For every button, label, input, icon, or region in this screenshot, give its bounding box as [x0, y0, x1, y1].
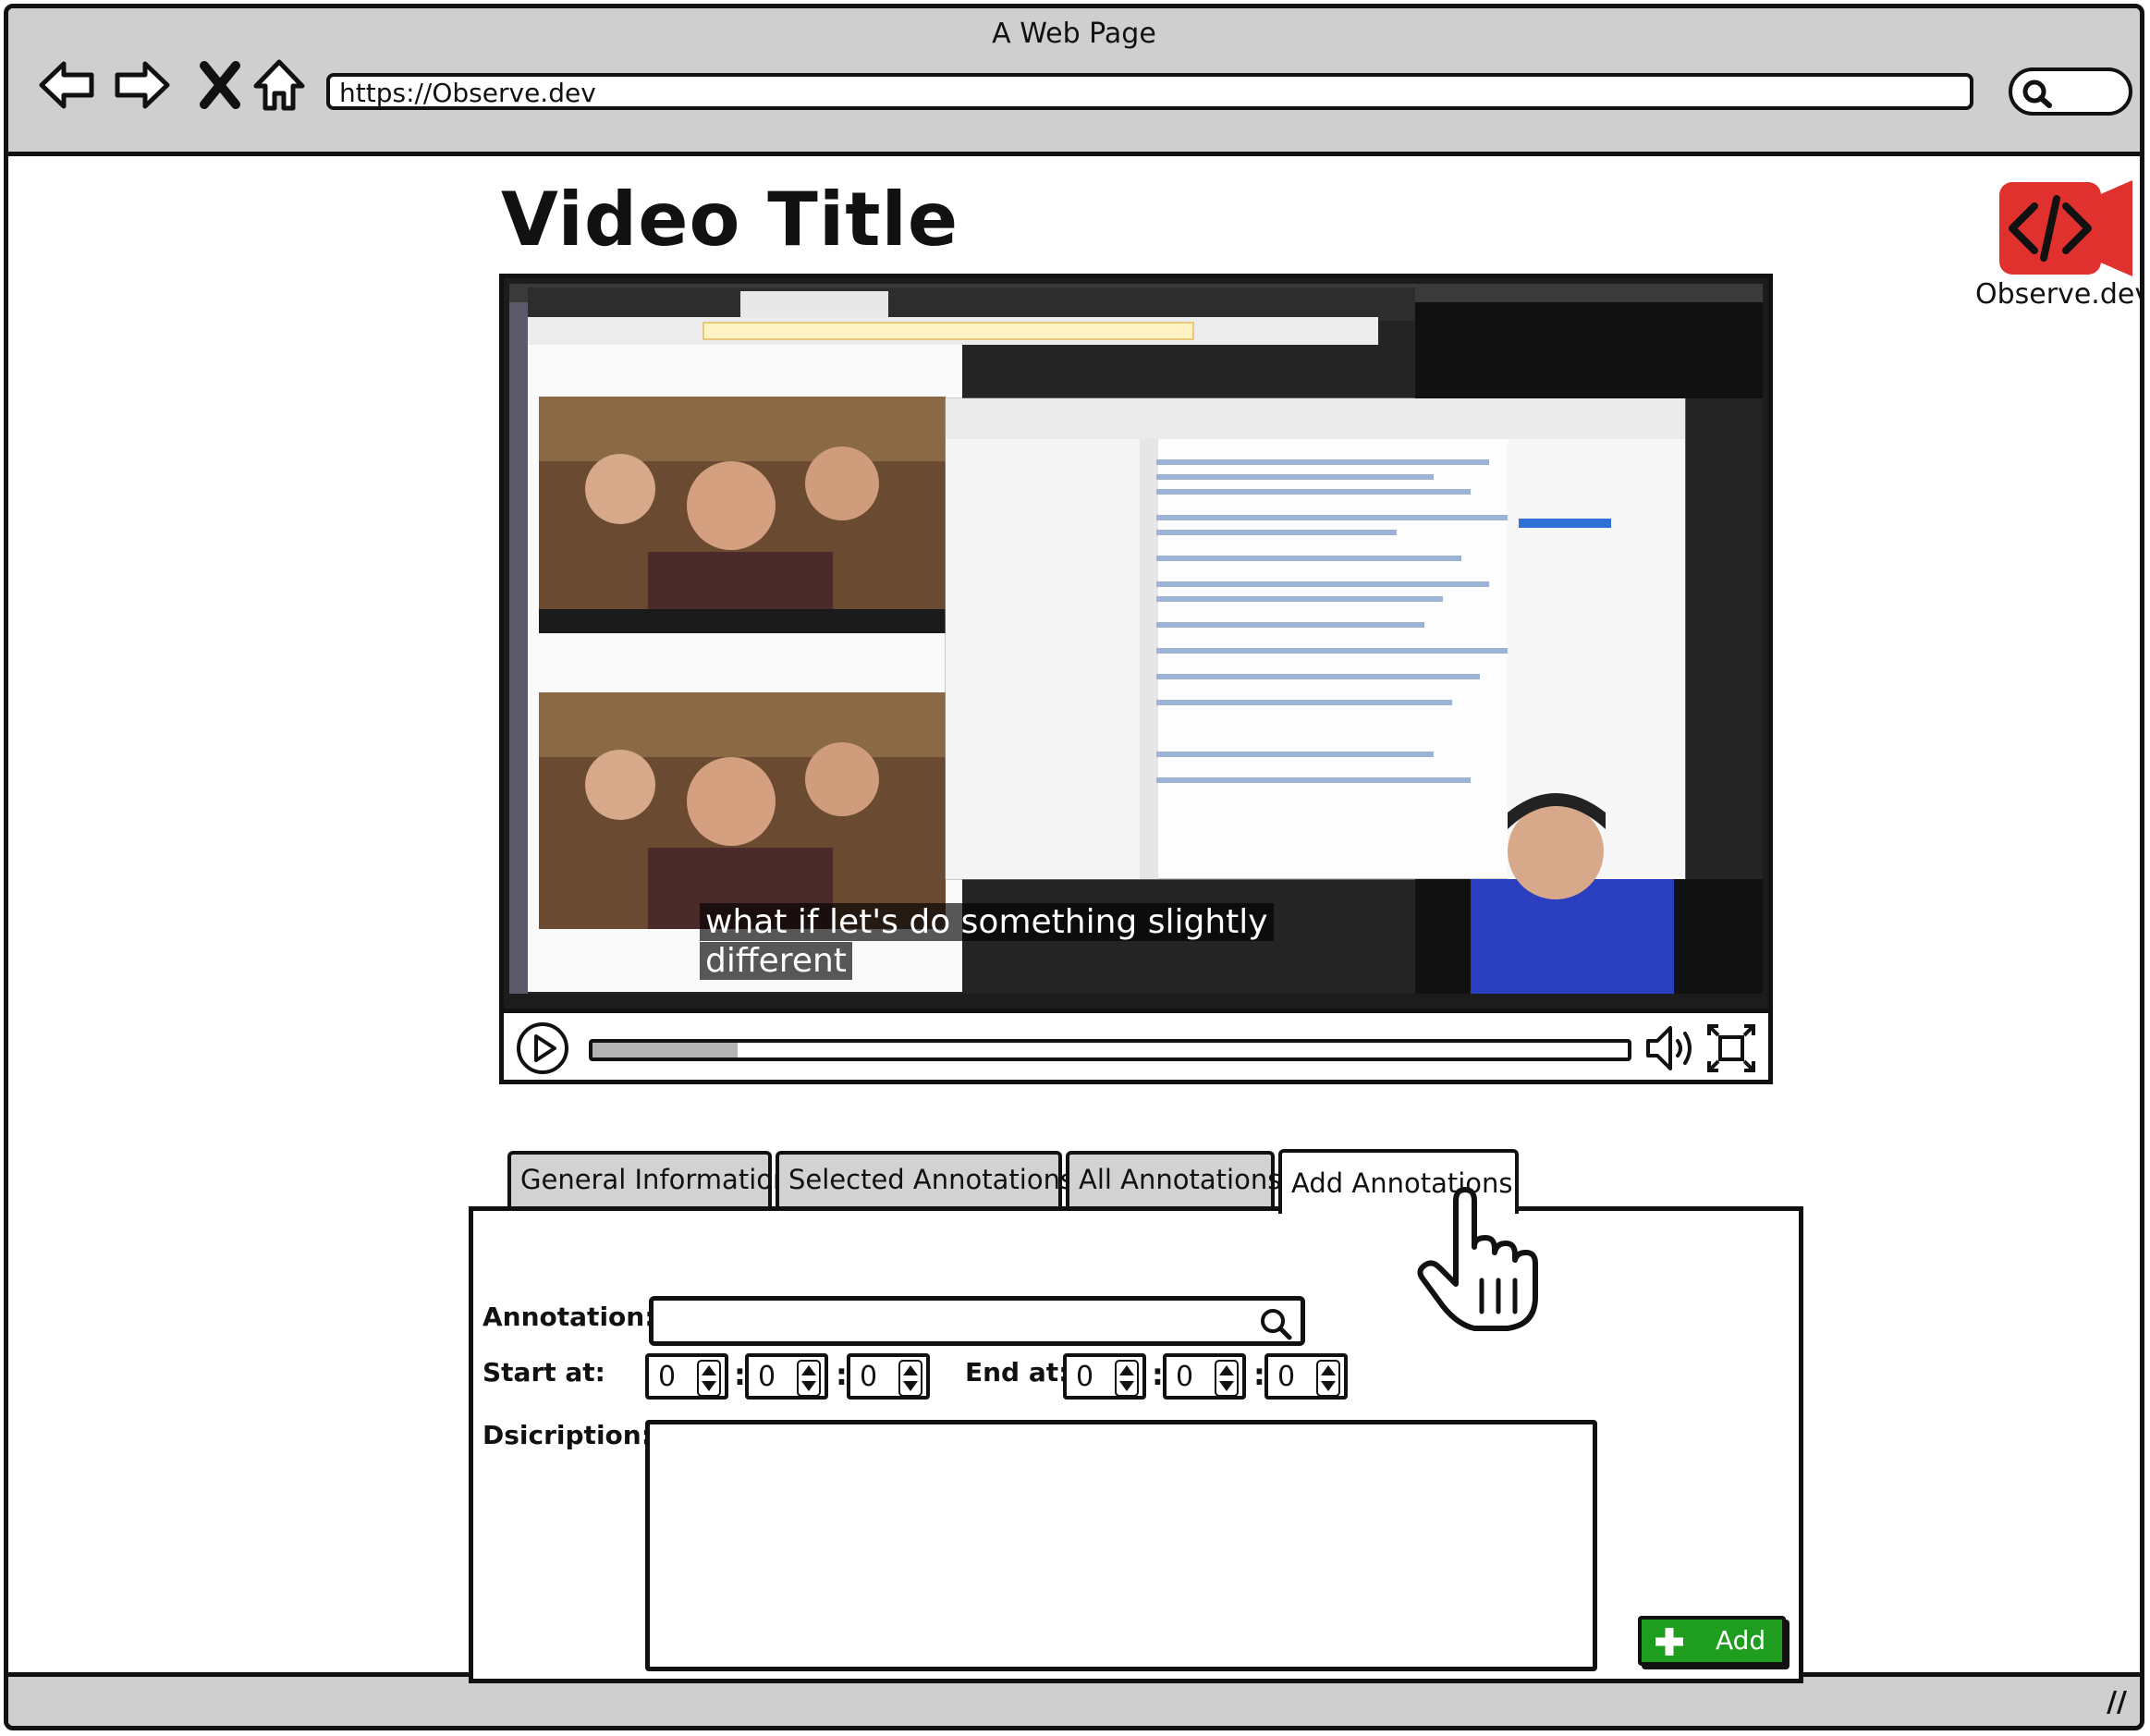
description-textarea[interactable] — [645, 1420, 1597, 1671]
window-title: A Web Page — [992, 18, 1156, 50]
add-annotation-panel: Annotation: Start at: 0 : 0 : 0 End at: … — [469, 1206, 1803, 1683]
caption-line-1: what if let's do something slightly — [700, 903, 1274, 941]
browser-window: A Web Page https://Observe.dev Video Tit… — [4, 4, 2144, 1730]
start-minutes-stepper[interactable]: 0 — [745, 1353, 828, 1400]
end-at-label: End at: — [965, 1357, 1069, 1388]
plus-icon — [1655, 1628, 1683, 1656]
stepper-value: 0 — [758, 1361, 776, 1393]
player-controls — [499, 1009, 1773, 1084]
video-progress-fill — [592, 1043, 738, 1057]
end-hours-stepper[interactable]: 0 — [1063, 1353, 1146, 1400]
brand-name: Observe.dev — [1975, 278, 2144, 311]
stepper-arrows-icon[interactable] — [1316, 1360, 1340, 1397]
url-bar[interactable]: https://Observe.dev — [326, 73, 1973, 110]
video-frame — [509, 284, 1763, 994]
forward-arrow-icon[interactable] — [110, 53, 175, 117]
stepper-arrows-icon[interactable] — [797, 1360, 821, 1397]
stepper-arrows-icon[interactable] — [1215, 1360, 1239, 1397]
time-separator: : — [1152, 1357, 1164, 1392]
tab-selected-annotations[interactable]: Selected Annotations — [776, 1151, 1074, 1208]
add-annotation-button[interactable]: Add — [1638, 1616, 1786, 1666]
hand-cursor-icon — [1417, 1187, 1538, 1331]
search-icon — [1261, 1309, 1292, 1340]
stepper-arrows-icon[interactable] — [697, 1360, 721, 1397]
back-arrow-icon[interactable] — [34, 53, 99, 117]
stepper-value: 0 — [1277, 1361, 1296, 1393]
fullscreen-icon[interactable] — [1705, 1022, 1757, 1074]
annotation-input[interactable] — [649, 1296, 1305, 1346]
start-seconds-stepper[interactable]: 0 — [847, 1353, 930, 1400]
add-button-label: Add — [1716, 1625, 1766, 1656]
end-seconds-stepper[interactable]: 0 — [1264, 1353, 1348, 1400]
search-icon — [2022, 79, 2052, 108]
time-separator: : — [1253, 1357, 1265, 1392]
description-label: Dsicription: — [483, 1420, 652, 1450]
stepper-arrows-icon[interactable] — [1115, 1360, 1139, 1397]
caption-line-2: different — [700, 942, 852, 980]
stepper-value: 0 — [860, 1361, 878, 1393]
start-hours-stepper[interactable]: 0 — [645, 1353, 728, 1400]
stepper-arrows-icon[interactable] — [898, 1360, 922, 1397]
end-minutes-stepper[interactable]: 0 — [1163, 1353, 1246, 1400]
annotation-label: Annotation: — [483, 1302, 655, 1332]
volume-icon[interactable] — [1643, 1022, 1698, 1074]
play-button-icon[interactable] — [515, 1021, 570, 1076]
browser-search-field[interactable] — [2009, 67, 2132, 116]
home-icon[interactable] — [247, 53, 312, 117]
start-at-label: Start at: — [483, 1357, 605, 1388]
time-separator: : — [836, 1357, 848, 1392]
tab-general-information[interactable]: General Information — [507, 1151, 789, 1208]
video-seek-bar[interactable] — [589, 1039, 1631, 1061]
video-player[interactable]: what if let's do something slightly diff… — [499, 274, 1773, 1013]
stepper-value: 0 — [1176, 1361, 1194, 1393]
stepper-value: 0 — [658, 1361, 677, 1393]
browser-toolbar: A Web Page https://Observe.dev — [8, 8, 2140, 156]
stop-icon[interactable] — [188, 53, 252, 117]
observe-logo-icon — [1999, 180, 2132, 276]
resize-grip-icon[interactable]: // — [2107, 1686, 2127, 1718]
time-separator: : — [734, 1357, 746, 1392]
tab-all-annotations[interactable]: All Annotations — [1066, 1151, 1281, 1208]
page-title: Video Title — [501, 177, 959, 263]
stepper-value: 0 — [1076, 1361, 1094, 1393]
